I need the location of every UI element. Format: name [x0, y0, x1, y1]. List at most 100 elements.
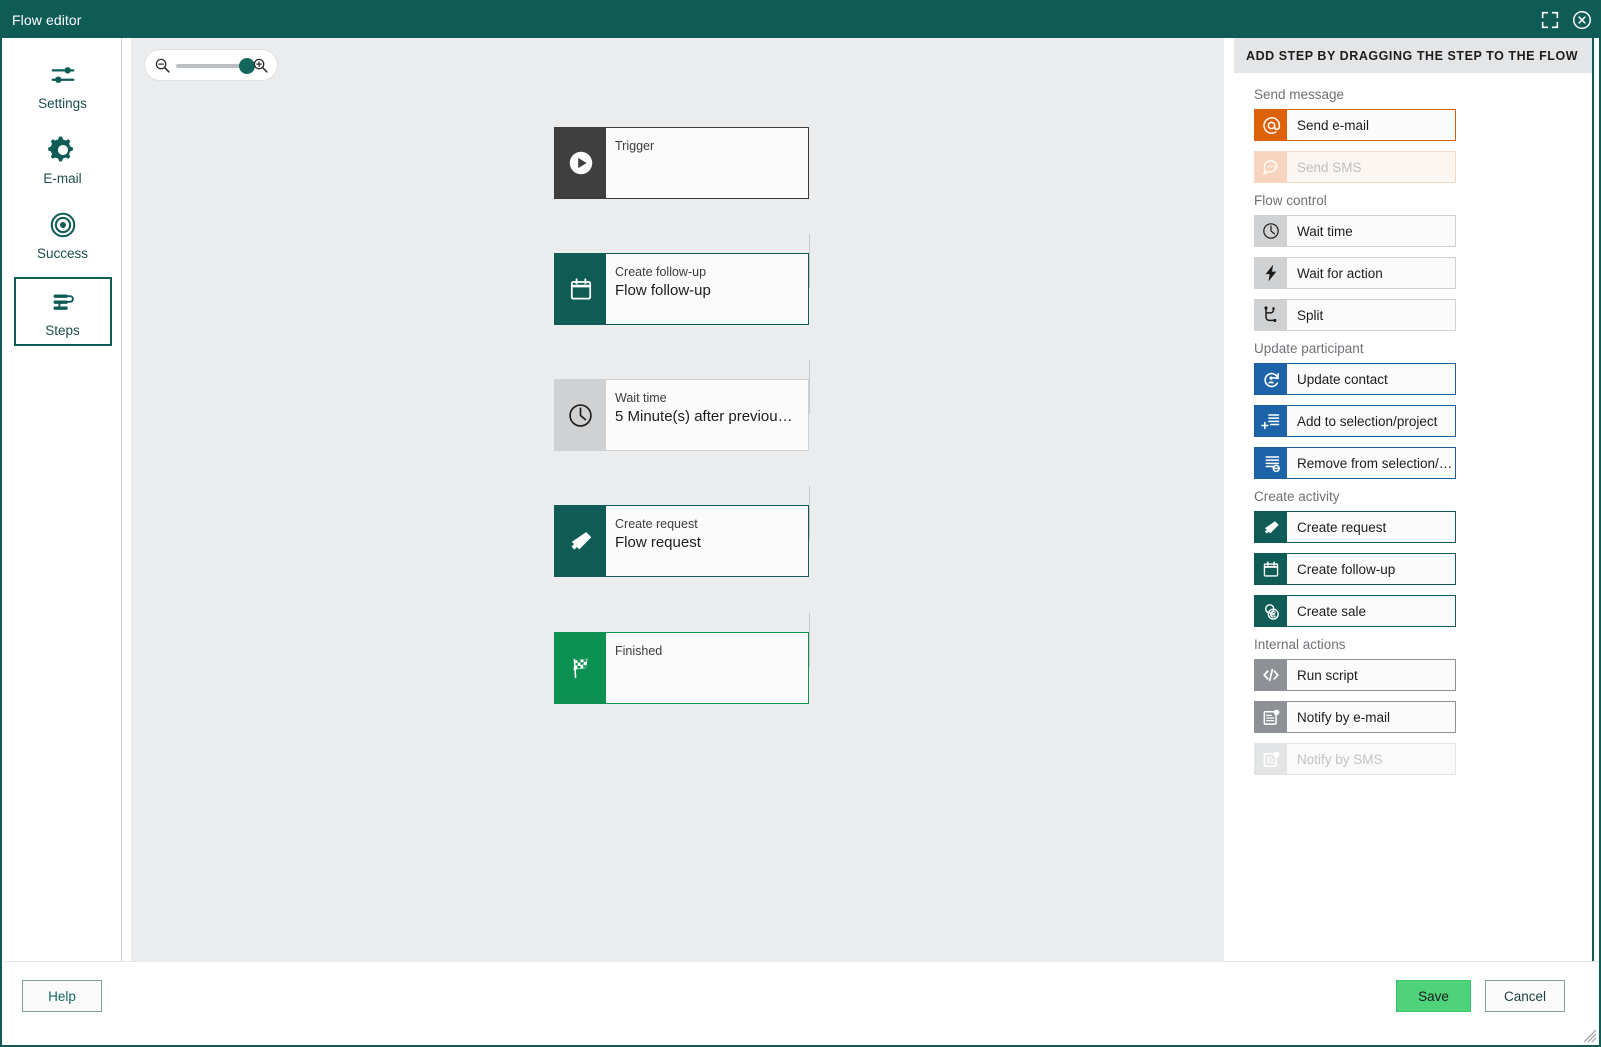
step-library-header: ADD STEP BY DRAGGING THE STEP TO THE FLO… [1234, 38, 1592, 73]
step-library-header-text: ADD STEP BY DRAGGING THE STEP TO THE FLO… [1246, 48, 1579, 63]
sidebar-item-success[interactable]: Success [14, 202, 112, 267]
node-kind: Create follow-up [615, 265, 707, 279]
step-button-run-script[interactable]: Run script [1254, 659, 1456, 691]
resize-grip-icon[interactable] [1583, 1029, 1597, 1043]
chat-bubble-icon [1262, 159, 1277, 175]
step-icon-container [1255, 554, 1287, 584]
step-library-body: Send message Send e-mail Send SMS Flow c… [1234, 73, 1592, 775]
step-group-label: Create activity [1254, 489, 1340, 504]
node-body: Wait time 5 Minute(s) after previou… [606, 380, 808, 450]
node-body: Create follow-up Flow follow-up [606, 254, 808, 324]
help-button[interactable]: Help [22, 980, 102, 1012]
sidebar-item-label: Success [36, 246, 89, 261]
step-group-label: Internal actions [1254, 637, 1346, 652]
flow-connector [809, 486, 810, 540]
step-icon-container [1255, 702, 1287, 732]
refresh-user-icon [1263, 372, 1279, 387]
footer-bar: Help Save Cancel [4, 961, 1599, 1045]
ticket-icon [1264, 520, 1279, 534]
flow-node-finished[interactable]: Finished [554, 632, 809, 704]
cancel-button[interactable]: Cancel [1485, 980, 1565, 1012]
step-button-notify-by-email[interactable]: Notify by e-mail [1254, 701, 1456, 733]
lightning-icon [1265, 264, 1277, 282]
magnifier-plus-icon[interactable] [252, 57, 269, 74]
step-button-create-sale[interactable]: Create sale [1254, 595, 1456, 627]
close-circle-icon[interactable] [1571, 9, 1593, 31]
clock-icon [569, 403, 592, 427]
zoom-control[interactable] [144, 49, 278, 81]
step-button-wait-time[interactable]: Wait time [1254, 215, 1456, 247]
flow-editor-window: Flow editor Settings E-mail Success Step… [0, 0, 1601, 1047]
ticket-icon [570, 532, 591, 550]
title-bar: Flow editor [2, 2, 1599, 38]
node-icon-container [555, 506, 606, 576]
node-kind: Wait time [615, 391, 667, 405]
node-icon-container [555, 128, 606, 198]
step-button-add-to-selection[interactable]: Add to selection/project [1254, 405, 1456, 437]
code-icon [1263, 668, 1279, 682]
step-button-create-follow-up[interactable]: Create follow-up [1254, 553, 1456, 585]
step-group-label: Send message [1254, 87, 1345, 102]
notification-icon [1263, 709, 1279, 725]
list-plus-icon [1260, 413, 1279, 429]
flow-node-trigger[interactable]: Trigger [554, 127, 809, 199]
step-icon-container [1255, 364, 1287, 394]
step-icon-container [1255, 596, 1287, 626]
node-kind: Create request [615, 517, 698, 531]
step-button-label: Split [1287, 300, 1455, 330]
step-group-create-activity: Create activity Create request Create fo… [1254, 489, 1592, 627]
step-button-label: Notify by SMS [1287, 744, 1455, 774]
magnifier-minus-icon[interactable] [154, 57, 171, 74]
step-button-label: Update contact [1287, 364, 1455, 394]
sidebar-item-label: Steps [45, 323, 80, 338]
node-body: Trigger [606, 128, 808, 198]
step-group-send-message: Send message Send e-mail Send SMS [1254, 87, 1592, 183]
step-button-label: Send SMS [1287, 152, 1455, 182]
notification-icon [1263, 751, 1279, 767]
steps-icon [53, 294, 74, 310]
sliders-icon [51, 67, 74, 83]
flow-node-create-request[interactable]: Create request Flow request [554, 505, 809, 577]
flow-canvas[interactable]: Trigger Create follow-up Flow follow-up [131, 38, 1224, 961]
at-sign-icon [1262, 116, 1280, 134]
node-icon-container [555, 254, 606, 324]
flow-node-wait-time[interactable]: Wait time 5 Minute(s) after previou… [554, 379, 809, 451]
list-minus-icon [1265, 455, 1280, 472]
step-button-create-request[interactable]: Create request [1254, 511, 1456, 543]
step-button-update-contact[interactable]: Update contact [1254, 363, 1456, 395]
node-icon-container [555, 633, 606, 703]
step-icon-container [1255, 660, 1287, 690]
step-button-wait-for-action[interactable]: Wait for action [1254, 257, 1456, 289]
step-group-update-participant: Update participant Update contact Add to… [1254, 341, 1592, 479]
expand-icon[interactable] [1539, 9, 1561, 31]
step-button-send-email[interactable]: Send e-mail [1254, 109, 1456, 141]
step-icon-container [1255, 216, 1287, 246]
node-name: Flow follow-up [615, 282, 711, 299]
step-button-remove-from-selection[interactable]: Remove from selection/… [1254, 447, 1456, 479]
flow-node-create-follow-up[interactable]: Create follow-up Flow follow-up [554, 253, 809, 325]
sidebar-item-steps[interactable]: Steps [13, 277, 112, 346]
sidebar-item-settings[interactable]: Settings [14, 52, 112, 117]
sidebar-item-label: E-mail [43, 171, 82, 186]
sidebar-item-label: Settings [38, 96, 87, 111]
step-group-flow-control: Flow control Wait time Wait for action S… [1254, 193, 1592, 331]
node-name: 5 Minute(s) after previou… [615, 408, 793, 425]
step-button-label: Send e-mail [1287, 110, 1455, 140]
flow-connector [809, 234, 810, 288]
step-group-label: Flow control [1254, 193, 1327, 208]
calendar-icon [570, 278, 591, 300]
coins-icon [1264, 603, 1279, 620]
step-button-notify-by-sms: Notify by SMS [1254, 743, 1456, 775]
sidebar-item-email[interactable]: E-mail [14, 127, 112, 192]
step-button-label: Create request [1287, 512, 1455, 542]
step-icon-container [1255, 512, 1287, 542]
step-icon-container [1255, 448, 1287, 478]
step-icon-container [1255, 300, 1287, 330]
step-icon-container [1255, 110, 1287, 140]
step-button-label: Create sale [1287, 596, 1455, 626]
save-button[interactable]: Save [1396, 980, 1471, 1012]
step-library-panel: ADD STEP BY DRAGGING THE STEP TO THE FLO… [1234, 38, 1594, 961]
node-body: Finished [606, 633, 808, 703]
step-button-split[interactable]: Split [1254, 299, 1456, 331]
window-controls [1539, 9, 1593, 31]
